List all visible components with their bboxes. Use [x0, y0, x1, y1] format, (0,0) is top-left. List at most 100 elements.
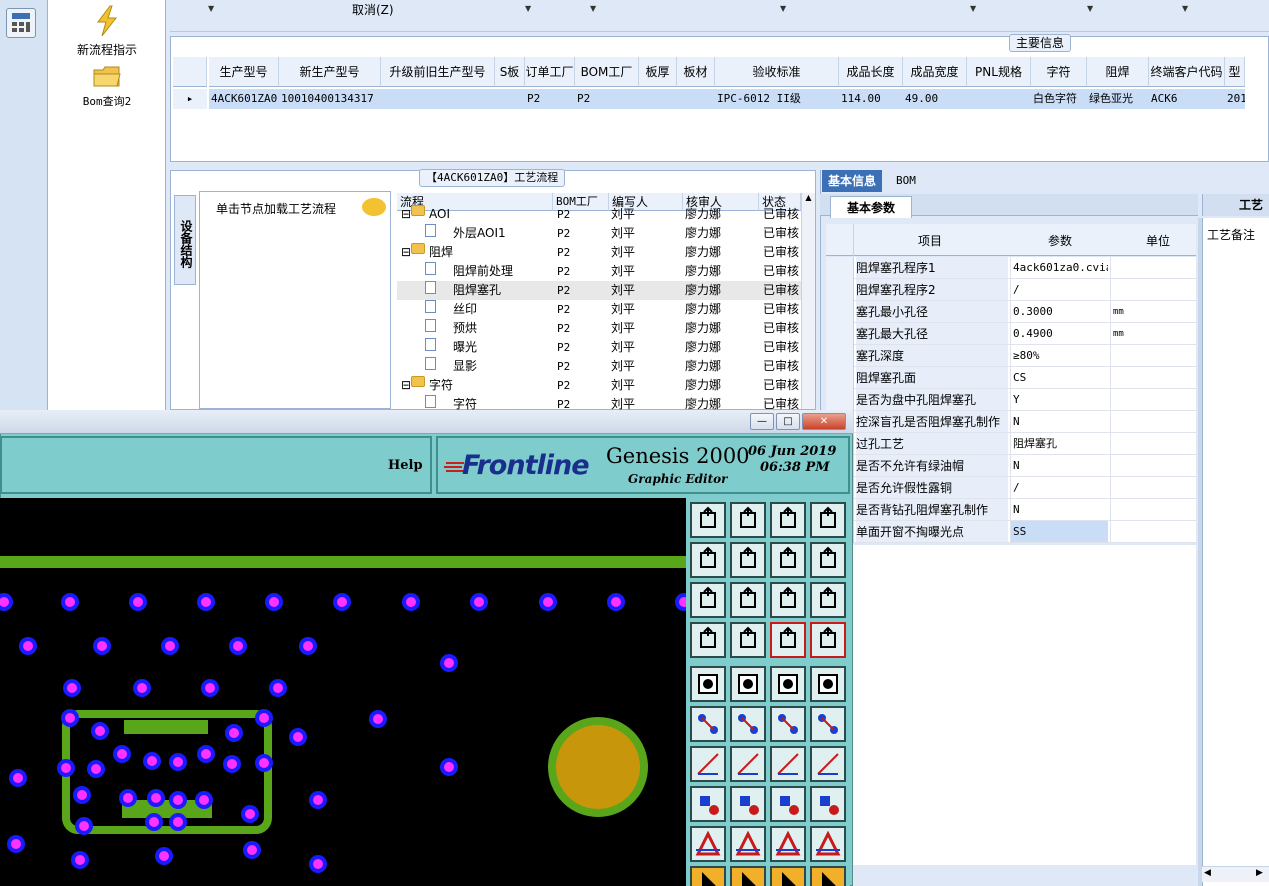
help-icon[interactable] — [810, 582, 846, 618]
route-red-icon-2[interactable] — [810, 622, 846, 658]
triangle-icon-2[interactable] — [730, 826, 766, 862]
move-up-icon[interactable] — [690, 502, 726, 538]
param-value[interactable]: Y — [1010, 389, 1108, 410]
tab-basic-info[interactable]: 基本信息 — [822, 170, 883, 192]
col-header[interactable]: 阻焊 — [1087, 57, 1149, 87]
select-box-icon[interactable] — [690, 666, 726, 702]
ruler-icon[interactable] — [770, 666, 806, 702]
cancel-button[interactable]: 取消(Z) — [352, 1, 394, 18]
triangle-icon-3[interactable] — [770, 826, 806, 862]
home-icon[interactable] — [770, 502, 806, 538]
col-header-item[interactable]: 项目 — [918, 232, 942, 249]
tree-row[interactable]: 预烘 P2 刘平 廖力娜 已审核 — [397, 319, 801, 338]
snap-icon[interactable] — [810, 542, 846, 578]
genesis-titlebar[interactable] — [0, 410, 853, 434]
tree-row[interactable]: 阻焊塞孔 P2 刘平 廖力娜 已审核 — [397, 281, 801, 300]
tree-row[interactable]: ⊟ 阻焊 P2 刘平 廖力娜 已审核 — [397, 243, 801, 262]
param-row[interactable]: 是否为盘中孔阻焊塞孔 Y — [826, 389, 1196, 411]
probe-icon[interactable] — [730, 622, 766, 658]
tree-scrollbar[interactable]: ▲ — [801, 193, 815, 409]
row-header[interactable] — [826, 323, 854, 345]
grid-cell[interactable] — [381, 89, 495, 109]
pointer-icon-2[interactable] — [730, 866, 766, 886]
grid-cell[interactable]: 白色字符 — [1031, 89, 1087, 109]
help-menu[interactable]: Help — [388, 458, 423, 473]
grid-cell[interactable]: 10010400134317 — [279, 89, 381, 109]
row-header[interactable] — [826, 301, 854, 323]
param-row[interactable]: 塞孔最大孔径 0.4900 mm — [826, 323, 1196, 345]
param-value[interactable]: SS — [1010, 521, 1108, 542]
param-value[interactable]: 0.3000 — [1010, 301, 1108, 322]
param-row[interactable]: 控深盲孔是否阻焊塞孔制作 N — [826, 411, 1196, 433]
subtab-basic-params[interactable]: 基本参数 — [830, 196, 913, 218]
pad-icon[interactable] — [810, 666, 846, 702]
dropdown-arrow-icon[interactable]: ▼ — [780, 4, 786, 13]
zoom-center-icon[interactable] — [730, 582, 766, 618]
move-left-icon[interactable] — [690, 542, 726, 578]
grid-cell[interactable]: ACK6 — [1149, 89, 1225, 109]
tree-row[interactable]: 外层AOI1 P2 刘平 廖力娜 已审核 — [397, 224, 801, 243]
grid-cell[interactable]: P2 — [525, 89, 575, 109]
col-header[interactable]: 终端客户代码 — [1149, 57, 1225, 87]
move-pad-icon[interactable] — [690, 786, 726, 822]
draw-line-icon-2[interactable] — [810, 706, 846, 742]
delete-icon[interactable] — [730, 706, 766, 742]
grid-cell[interactable]: 114.00 — [839, 89, 903, 109]
row-header[interactable] — [826, 345, 854, 367]
col-header[interactable]: 升级前旧生产型号 — [381, 57, 495, 87]
grid-cell[interactable]: 绿色亚光 — [1087, 89, 1149, 109]
folder-icon[interactable]: ⊟ — [401, 376, 426, 395]
nav-tile-bom-query[interactable]: Bom查询2 — [48, 62, 166, 109]
tree-row[interactable]: ⊟ AOI P2 刘平 廖力娜 已审核 — [397, 205, 801, 224]
triangle-icon-4[interactable] — [810, 826, 846, 862]
pointer-icon-3[interactable] — [770, 866, 806, 886]
flip-icon[interactable] — [810, 746, 846, 782]
param-value[interactable]: N — [1010, 455, 1108, 476]
cut-icon[interactable] — [730, 786, 766, 822]
col-header[interactable]: 成品宽度 — [903, 57, 967, 87]
dropdown-arrow-icon[interactable]: ▼ — [590, 4, 596, 13]
scroll-left-icon[interactable]: ◀ — [1204, 868, 1211, 878]
grid-cell[interactable] — [495, 89, 525, 109]
grid-cell[interactable]: 2019 — [1225, 89, 1245, 109]
horizontal-scrollbar[interactable]: ◀ ▶ — [1202, 866, 1269, 882]
tab-bom[interactable]: BOM — [890, 170, 922, 192]
row-header[interactable] — [826, 279, 854, 301]
param-row[interactable]: 是否允许假性露铜 / — [826, 477, 1196, 499]
move-down-icon[interactable] — [730, 502, 766, 538]
param-row[interactable]: 塞孔最小孔径 0.3000 mm — [826, 301, 1196, 323]
scroll-up-icon[interactable]: ▲ — [802, 193, 815, 202]
param-row[interactable]: 是否背钻孔阻焊塞孔制作 N — [826, 499, 1196, 521]
col-header[interactable]: 成品长度 — [839, 57, 903, 87]
grid-cell[interactable] — [677, 89, 715, 109]
col-header[interactable]: PNL规格 — [967, 57, 1031, 87]
dropdown-arrow-icon[interactable]: ▼ — [1087, 4, 1093, 13]
zoom-fit-icon[interactable] — [690, 582, 726, 618]
col-header-unit[interactable]: 单位 — [1146, 232, 1170, 249]
net-icon[interactable] — [690, 706, 726, 742]
param-row[interactable]: 阻焊塞孔程序1 4ack601za0.cvia — [826, 257, 1196, 279]
grid-cell[interactable]: 49.00 — [903, 89, 967, 109]
calculator-icon[interactable] — [6, 8, 36, 38]
arc-icon[interactable] — [770, 746, 806, 782]
tree-row[interactable]: 显影 P2 刘平 廖力娜 已审核 — [397, 357, 801, 376]
angle-icon[interactable] — [690, 746, 726, 782]
param-row[interactable]: 塞孔深度 ≥80% — [826, 345, 1196, 367]
tree-row[interactable]: 丝印 P2 刘平 廖力娜 已审核 — [397, 300, 801, 319]
row-header[interactable] — [826, 389, 854, 411]
grid-cell[interactable] — [967, 89, 1031, 109]
param-value[interactable]: 阻焊塞孔 — [1010, 433, 1108, 454]
tree-row[interactable]: 曝光 P2 刘平 廖力娜 已审核 — [397, 338, 801, 357]
col-header[interactable]: 型 — [1225, 57, 1245, 87]
param-value[interactable]: / — [1010, 279, 1108, 300]
col-header[interactable]: 新生产型号 — [279, 57, 381, 87]
param-value[interactable]: N — [1010, 499, 1108, 520]
tree-row[interactable]: 阻焊前处理 P2 刘平 廖力娜 已审核 — [397, 262, 801, 281]
col-header[interactable]: 板厚 — [639, 57, 677, 87]
col-header[interactable]: 板材 — [677, 57, 715, 87]
maximize-button[interactable]: □ — [776, 413, 800, 430]
pointer-icon[interactable] — [690, 866, 726, 886]
col-header[interactable]: 生产型号 — [209, 57, 279, 87]
layers-icon[interactable] — [690, 622, 726, 658]
col-header[interactable]: 字符 — [1031, 57, 1087, 87]
